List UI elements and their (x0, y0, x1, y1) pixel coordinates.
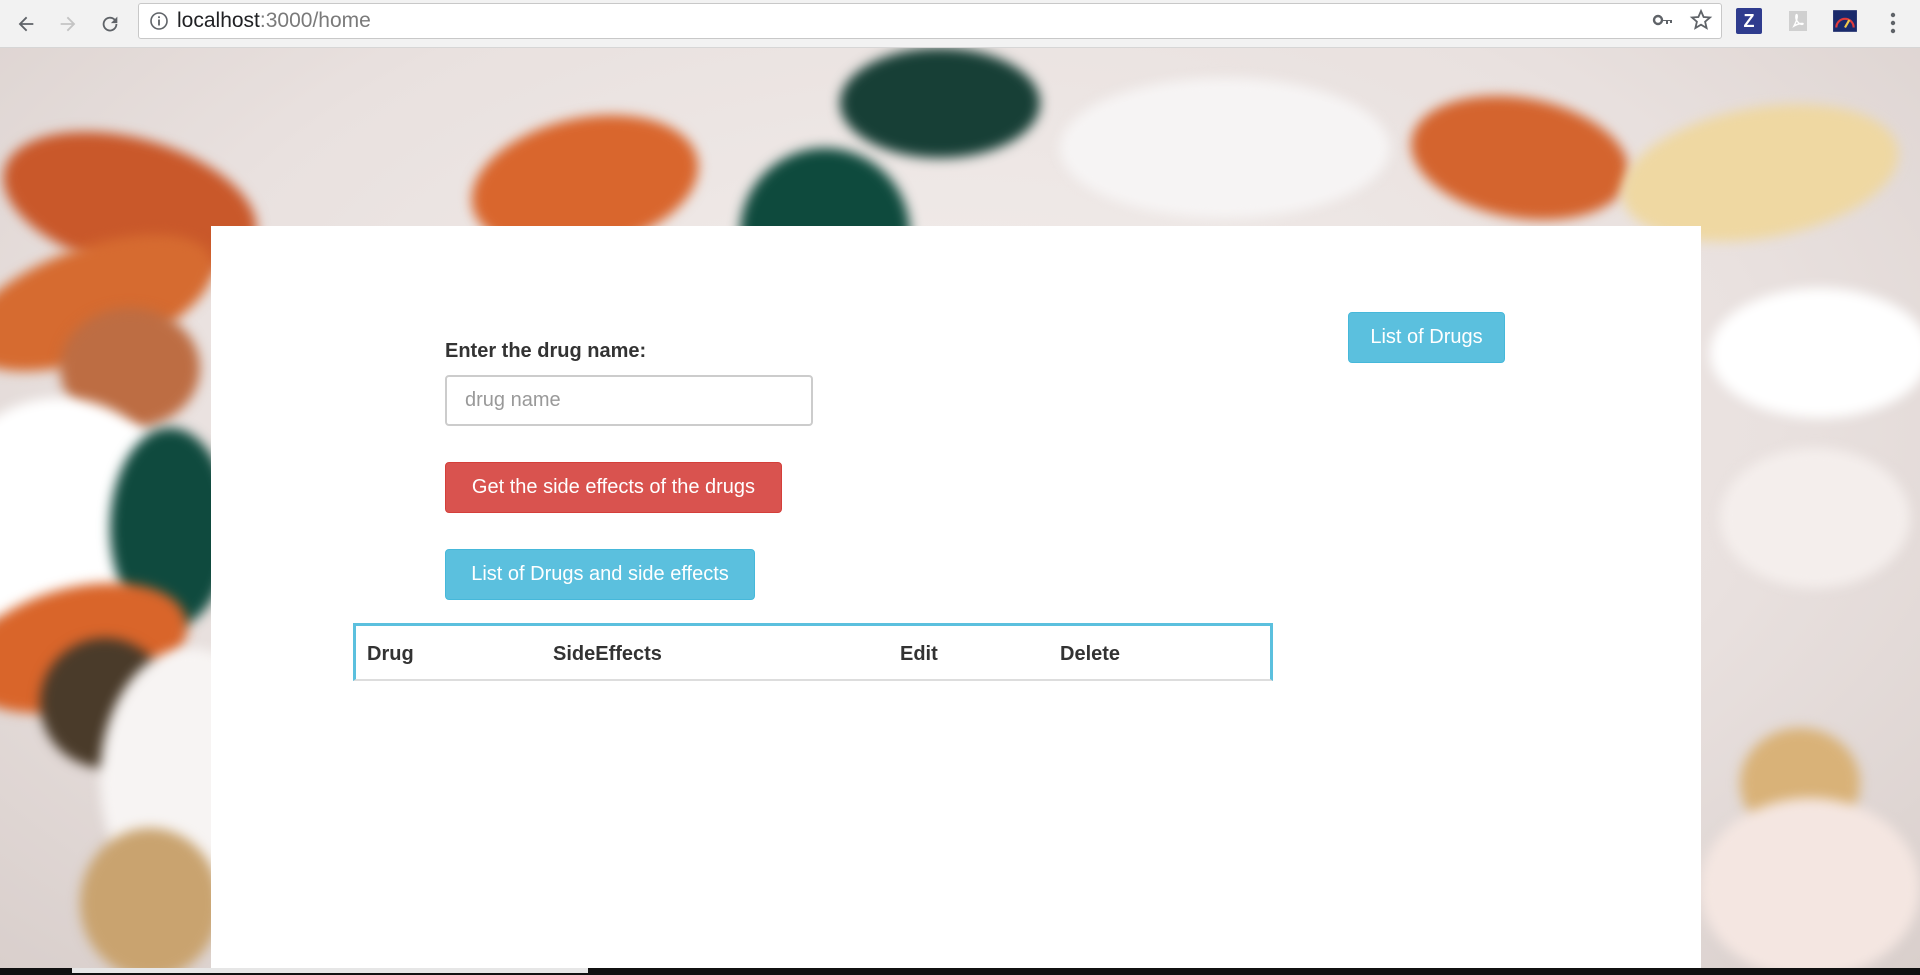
key-icon[interactable] (1651, 8, 1675, 37)
drugs-table: Drug SideEffects Edit Delete (353, 623, 1273, 681)
column-header-delete: Delete (1060, 643, 1121, 665)
drug-name-input[interactable] (445, 375, 813, 426)
bottom-strip-segment (72, 968, 588, 973)
address-url: localhost:3000/home (177, 9, 371, 32)
browser-toolbar: localhost:3000/home Z (0, 0, 1920, 48)
bottom-edge-strip (0, 968, 1920, 975)
drug-name-label: Enter the drug name: (445, 340, 647, 362)
pdf-extension-icon[interactable] (1785, 8, 1811, 34)
get-side-effects-button[interactable]: Get the side effects of the drugs (445, 462, 782, 513)
column-header-drug: Drug (367, 643, 414, 665)
dashboard-extension-icon[interactable] (1832, 8, 1858, 34)
forward-icon[interactable] (52, 8, 84, 40)
list-drugs-side-effects-button[interactable]: List of Drugs and side effects (445, 549, 755, 600)
column-header-edit: Edit (900, 643, 938, 665)
more-menu-icon[interactable] (1880, 8, 1906, 38)
bookmark-star-icon[interactable] (1689, 8, 1713, 37)
reload-icon[interactable] (94, 8, 126, 40)
back-icon[interactable] (10, 8, 42, 40)
main-card: Enter the drug name: Get the side effect… (211, 226, 1701, 968)
list-drugs-button[interactable]: List of Drugs (1348, 312, 1505, 363)
address-bar[interactable]: localhost:3000/home (138, 3, 1722, 39)
column-header-sideeffects: SideEffects (553, 643, 662, 665)
info-icon[interactable] (149, 11, 169, 31)
zotero-extension-icon[interactable]: Z (1736, 8, 1762, 34)
